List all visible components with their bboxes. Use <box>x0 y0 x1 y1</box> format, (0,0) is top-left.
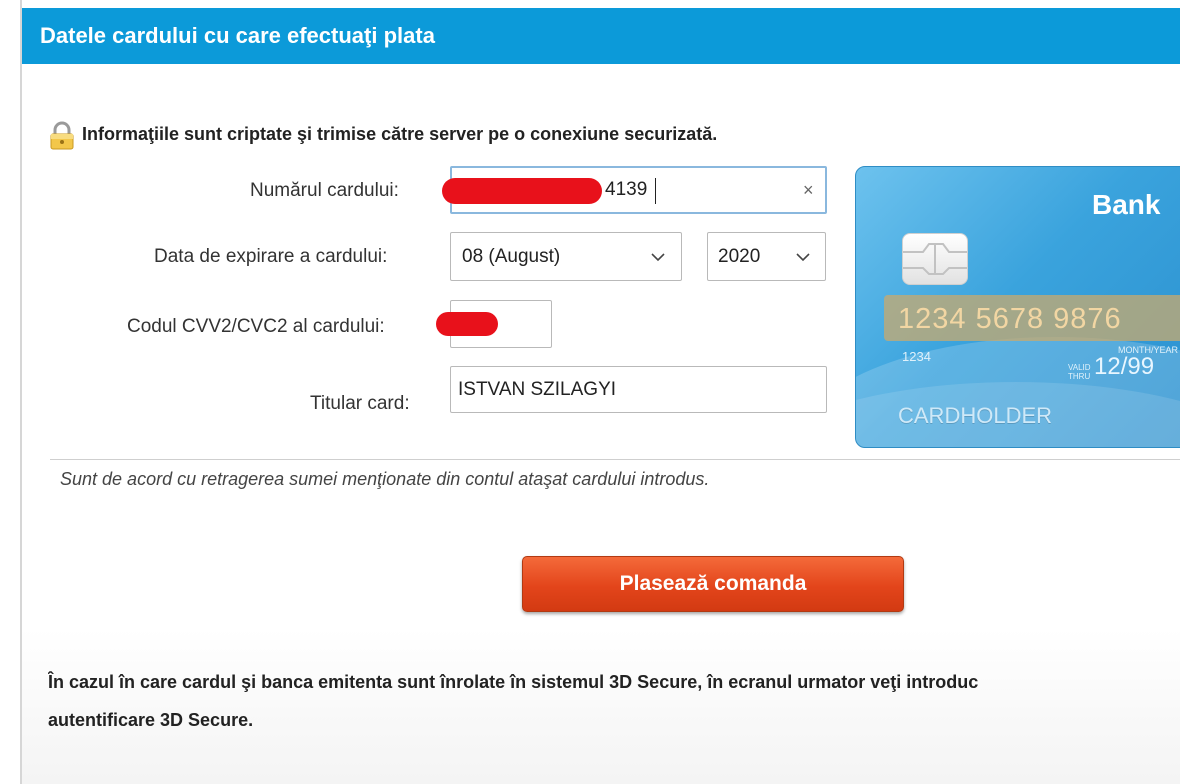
security-text: Informaţiile sunt criptate şi trimise că… <box>82 124 718 144</box>
3d-secure-info: În cazul în care cardul şi banca emitent… <box>48 663 1180 739</box>
payment-panel: Datele cardului cu care efectuaţi plata … <box>22 8 1180 784</box>
cvv-input[interactable] <box>436 300 552 348</box>
expiry-year-value: 2020 <box>718 246 761 267</box>
card-number-small: 1234 <box>902 349 931 364</box>
card-holder-caption: CARDHOLDER <box>898 403 1053 428</box>
cvv-label: Codul CVV2/CVC2 al cardului: <box>127 316 385 337</box>
clear-icon[interactable]: × <box>803 180 814 201</box>
expiry-label: Data de expirare a cardului: <box>154 246 388 267</box>
holder-input[interactable]: ISTVAN SZILAGYI <box>450 366 827 413</box>
chevron-down-icon <box>651 253 665 262</box>
text-caret <box>655 178 656 204</box>
card-illustration: Bank 1234 5678 9876 1234 MONTH/YEAR VALI… <box>855 166 1180 448</box>
card-chip <box>902 233 968 285</box>
chip-icon <box>903 243 967 275</box>
panel-header: Datele cardului cu care efectuaţi plata <box>22 8 1180 64</box>
card-number-value: 4139 <box>605 179 648 200</box>
holder-value: ISTVAN SZILAGYI <box>458 379 617 400</box>
info-line-1: În cazul în care cardul şi banca emitent… <box>48 672 979 692</box>
expiry-month-value: 08 (August) <box>462 246 561 267</box>
card-expiry: 12/99 <box>1094 353 1155 380</box>
expiry-month-select[interactable]: 08 (August) <box>450 232 682 281</box>
card-number-input[interactable]: 4139 × <box>442 166 827 214</box>
card-valid-thru: VALID THRU <box>1068 363 1091 381</box>
redaction-mark <box>442 178 602 204</box>
lock-icon <box>50 121 74 150</box>
card-bank-name: Bank <box>1092 189 1161 220</box>
card-number-label: Numărul cardului: <box>250 180 399 201</box>
panel-title: Datele cardului cu care efectuaţi plata <box>40 23 435 48</box>
holder-label: Titular card: <box>310 393 410 414</box>
redaction-mark <box>436 312 498 336</box>
expiry-year-select[interactable]: 2020 <box>707 232 826 281</box>
divider <box>50 459 1180 460</box>
place-order-button[interactable]: Plasează comanda <box>522 556 904 612</box>
info-line-2: autentificare 3D Secure. <box>48 710 254 730</box>
card-sample-number: 1234 5678 9876 <box>898 303 1122 335</box>
agreement-text: Sunt de acord cu retragerea sumei menţio… <box>60 469 710 489</box>
chevron-down-icon <box>796 253 810 262</box>
